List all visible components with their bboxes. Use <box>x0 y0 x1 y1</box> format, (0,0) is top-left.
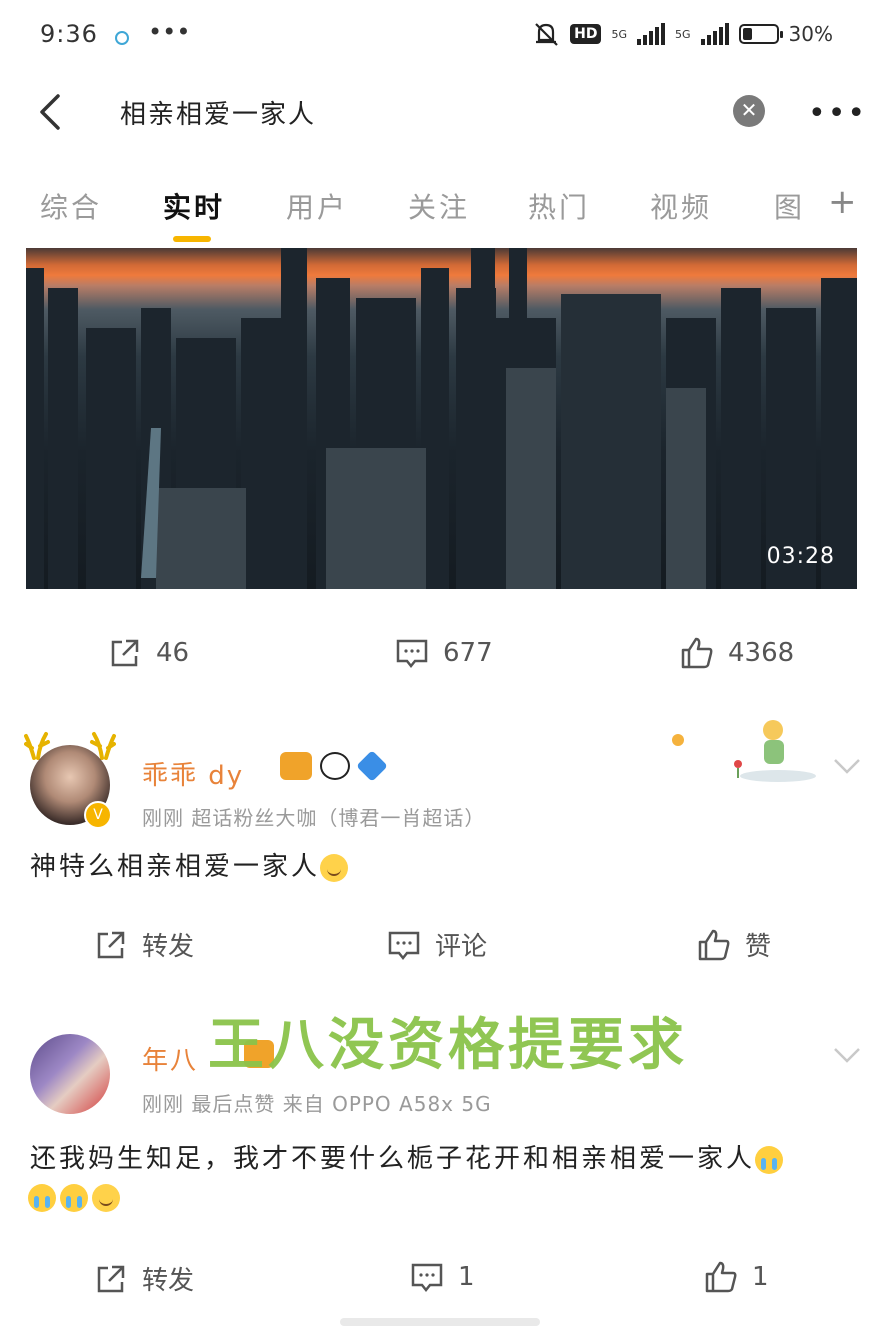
share-label: 转发 <box>142 1266 195 1296</box>
notification-icon <box>115 31 129 45</box>
tab-video[interactable]: 视频 <box>650 186 712 226</box>
battery-icon <box>738 24 783 44</box>
chevron-down-icon[interactable] <box>832 1046 862 1064</box>
home-indicator[interactable] <box>340 1318 540 1326</box>
crying-emoji-icon <box>60 1184 88 1212</box>
post-text-content: 神特么相亲相爱一家人 <box>30 852 321 882</box>
status-indicators: HD 5G 5G 30% <box>532 20 833 48</box>
post-text: 还我妈生知足，我才不要什么栀子花开和相亲相爱一家人 <box>30 1138 860 1175</box>
like-count: 4368 <box>728 638 795 668</box>
hd-voice-badge: HD <box>570 24 602 44</box>
post-meta: 刚刚 最后点赞 来自 OPPO A58x 5G <box>142 1092 492 1116</box>
post-meta: 刚刚 超话粉丝大咖（博君一肖超话） <box>142 806 486 830</box>
share-label: 转发 <box>142 932 195 962</box>
comment-icon <box>396 639 428 669</box>
comment-count: 677 <box>443 638 493 668</box>
thumbs-up-icon <box>698 929 730 960</box>
share-icon <box>97 931 125 958</box>
post-emoji-row <box>28 1184 120 1212</box>
comment-count: 1 <box>458 1262 475 1292</box>
status-more-notifications: ••• <box>148 18 191 46</box>
chevron-down-icon[interactable] <box>832 757 862 775</box>
search-query-text[interactable]: 相亲相爱一家人 <box>120 94 316 131</box>
tab-hot[interactable]: 热门 <box>528 186 590 226</box>
post-share-button[interactable]: 转发 <box>94 1260 194 1297</box>
thumbs-up-icon <box>681 637 713 669</box>
tab-users[interactable]: 用户 <box>286 186 348 226</box>
post-text: 神特么相亲相爱一家人 <box>30 846 349 883</box>
tab-realtime[interactable]: 实时 <box>163 186 225 226</box>
active-tab-indicator <box>173 236 211 242</box>
more-options-button[interactable]: ••• <box>808 96 867 131</box>
tab-comprehensive[interactable]: 综合 <box>40 186 102 226</box>
video-duration: 03:28 <box>766 544 835 569</box>
comment-label: 评论 <box>435 932 488 962</box>
verified-badge-icon: V <box>84 801 112 829</box>
post-username[interactable]: 年八 <box>142 1040 198 1077</box>
comment-button[interactable]: 677 <box>395 636 493 670</box>
tab-add-button[interactable]: + <box>828 182 857 222</box>
battery-fill <box>742 28 753 40</box>
status-time: 9:36 <box>40 20 98 48</box>
user-avatar[interactable] <box>30 1034 110 1114</box>
signal-2-icon <box>700 23 729 45</box>
post-comment-button[interactable]: 评论 <box>387 926 487 963</box>
crying-emoji-icon <box>755 1145 784 1174</box>
clear-search-button[interactable]: ✕ <box>733 95 765 127</box>
video-player[interactable]: 03:28 <box>26 248 857 589</box>
smile-emoji-icon <box>320 853 349 882</box>
battery-percent: 30% <box>788 22 833 46</box>
tab-images[interactable]: 图 <box>774 186 805 226</box>
post-like-button[interactable]: 1 <box>704 1260 769 1294</box>
post-text-content: 还我妈生知足，我才不要什么栀子花开和相亲相爱一家人 <box>30 1144 756 1174</box>
comment-icon <box>388 931 420 960</box>
crown-badge-icon <box>280 752 312 780</box>
post-like-button[interactable]: 赞 <box>697 926 771 963</box>
share-count: 46 <box>156 638 190 668</box>
panda-icon <box>320 752 350 780</box>
share-icon <box>97 1265 125 1292</box>
network-type-2: 5G <box>675 27 691 41</box>
share-icon <box>111 639 139 667</box>
back-arrow-icon[interactable] <box>34 92 70 132</box>
like-button[interactable]: 4368 <box>680 636 794 670</box>
city-skyline-image <box>26 248 857 589</box>
hug-emoji-icon <box>92 1184 120 1212</box>
thumbs-up-icon <box>705 1261 737 1293</box>
crying-emoji-icon <box>28 1184 56 1212</box>
post-comment-button[interactable]: 1 <box>410 1260 475 1294</box>
share-button[interactable]: 46 <box>108 636 189 670</box>
user-badges <box>280 750 388 782</box>
mute-bell-icon <box>535 23 558 46</box>
little-prince-decoration-icon <box>672 720 816 782</box>
like-label: 赞 <box>745 932 772 962</box>
diamond-badge-icon <box>356 750 388 782</box>
network-type-1: 5G <box>611 27 628 41</box>
tab-following[interactable]: 关注 <box>408 186 470 226</box>
signal-1-icon <box>637 23 666 45</box>
comment-icon <box>411 1263 443 1293</box>
overlay-caption-text: 王八没资格提要求 <box>208 1013 688 1078</box>
post-share-button[interactable]: 转发 <box>94 926 194 963</box>
post-username[interactable]: 乖乖 dy <box>142 755 244 792</box>
like-count: 1 <box>752 1262 769 1292</box>
